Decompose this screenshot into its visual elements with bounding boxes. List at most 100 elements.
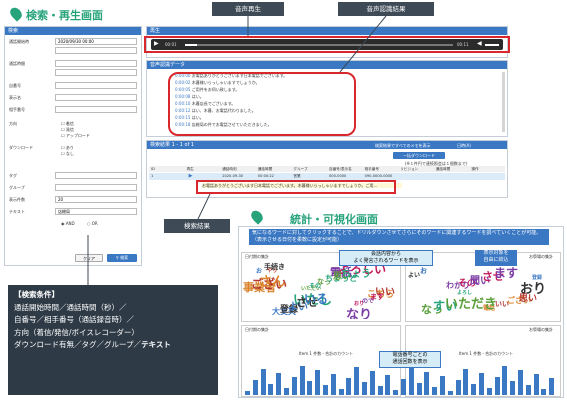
column-header[interactable]: 再生 bbox=[187, 167, 194, 172]
column-header[interactable]: 操作 bbox=[471, 167, 478, 172]
chart-bar bbox=[245, 391, 250, 395]
chart-bar bbox=[502, 366, 508, 395]
table-cell: 営業 bbox=[293, 174, 301, 178]
field-input[interactable] bbox=[55, 69, 137, 76]
results-header: 検索結果 1 - 1 of 1 bbox=[147, 141, 507, 149]
word-cloud-word[interactable]: ちょう bbox=[341, 265, 371, 280]
word-cloud-word[interactable]: 思い bbox=[519, 291, 537, 304]
field-input[interactable]: 2020/09/30 00:00 bbox=[55, 38, 137, 45]
word-cloud-word[interactable]: 登録 bbox=[532, 274, 542, 281]
field-input[interactable] bbox=[55, 60, 137, 67]
column-header[interactable]: 通話時刻 bbox=[222, 167, 236, 172]
word-cloud-word[interactable]: お bbox=[420, 266, 427, 276]
search-conditions-title: 【検索条件】 bbox=[14, 290, 59, 299]
callout-filter: 表示対象を 自由に絞込 bbox=[475, 250, 517, 266]
column-header[interactable]: 通話時間 bbox=[258, 167, 272, 172]
search-conditions-line-2: 自番号／相手番号（通話録音時）／ bbox=[14, 315, 134, 324]
field-input[interactable]: 20 bbox=[55, 196, 137, 203]
chart-bar bbox=[401, 379, 406, 395]
chart-bar bbox=[369, 371, 375, 395]
chart-bar bbox=[463, 369, 469, 395]
search-button[interactable]: ⚲ 検索 bbox=[107, 254, 137, 262]
location-pin-icon bbox=[248, 208, 266, 225]
chart-bar bbox=[471, 384, 477, 395]
field-input[interactable] bbox=[55, 106, 137, 113]
transcript-scrollbar[interactable] bbox=[502, 72, 505, 132]
search-screen-title: 検索・再生画面 bbox=[26, 9, 103, 22]
field-label: テキスト bbox=[9, 209, 25, 214]
search-conditions-line-3: 方向（着信/発信/ボイスレコーダー） bbox=[14, 327, 139, 337]
field-label: 自番号 bbox=[9, 83, 21, 88]
column-header[interactable]: リビジョン bbox=[400, 167, 418, 172]
viz-chart-label-left: Item 1 件数 - 合計のカウント bbox=[299, 351, 354, 356]
search-fields: 通話開始時 2020/09/30 00:00 通話時間 自番号 表示名 相手番号 方向 ダウン… bbox=[5, 35, 141, 251]
field-input[interactable] bbox=[55, 172, 137, 179]
chart-bar bbox=[307, 381, 313, 395]
field-input[interactable]: 店総局 bbox=[55, 208, 137, 215]
location-pin-icon bbox=[7, 5, 25, 22]
column-header[interactable]: グループ bbox=[293, 167, 307, 172]
chart-bar bbox=[385, 375, 391, 395]
chart-bar bbox=[268, 384, 274, 395]
play-icon[interactable]: ▶ bbox=[189, 173, 193, 179]
chart-bar bbox=[447, 391, 453, 395]
andor-radio[interactable]: ◉ AND bbox=[61, 221, 75, 226]
word-cloud-word[interactable]: ます bbox=[370, 292, 384, 302]
field-label: 通話時間 bbox=[9, 61, 25, 66]
chart-bar bbox=[494, 377, 500, 395]
chart-bar bbox=[479, 373, 484, 395]
field-input[interactable] bbox=[55, 47, 137, 54]
chart-bar bbox=[299, 366, 305, 395]
bulk-download-label: 一括ダウンロード bbox=[403, 153, 435, 158]
results-option-memo[interactable]: 検索結果ですべてのメモを表示 bbox=[375, 143, 431, 148]
field-input[interactable] bbox=[55, 82, 137, 89]
chart-bar bbox=[252, 380, 258, 395]
field-label: タグ bbox=[9, 173, 17, 178]
table-cell: 000-0000 bbox=[329, 174, 347, 178]
table-row[interactable]: 1 2020-09-30 00:00:22 営業 000-0000 090-0000-00… bbox=[149, 173, 505, 180]
field-label: 相手番号 bbox=[9, 107, 25, 112]
direction-checkbox[interactable]: ☐ アップロード bbox=[61, 133, 90, 139]
chart-bar bbox=[408, 368, 414, 395]
column-header[interactable]: 通話時間 bbox=[436, 167, 450, 172]
chart-bar bbox=[486, 388, 492, 395]
word-cloud-word[interactable]: いる bbox=[304, 290, 328, 307]
results-columns: ID 再生 通話時刻 通話時間 グループ 自番号/表示名 相手番号 リビジョン 通話時間 操作 bbox=[149, 166, 505, 172]
column-header[interactable]: 自番号/表示名 bbox=[329, 167, 352, 172]
table-cell: 00:00:22 bbox=[257, 174, 274, 178]
chart-bar bbox=[549, 378, 555, 395]
word-cloud-word[interactable]: やっ bbox=[267, 267, 277, 274]
search-panel-header: 検索 bbox=[5, 27, 141, 35]
bulk-download-button[interactable]: 一括ダウンロード bbox=[393, 152, 445, 159]
callout-call-count-text: 電話番号ごとの 通話回数を表示 bbox=[392, 352, 428, 365]
chart-bar bbox=[338, 389, 344, 395]
download-checkbox[interactable]: ☐ なし bbox=[61, 151, 74, 157]
field-input[interactable] bbox=[55, 184, 137, 191]
chart-bar bbox=[510, 381, 516, 395]
chart-bar bbox=[541, 389, 547, 395]
word-cloud-word[interactable]: よい bbox=[408, 270, 420, 279]
andor-radio[interactable]: ○ OR bbox=[87, 221, 98, 226]
viz-screen: 気になるワードに対してクリックすることで、ドリルダウンさせてさらにそのワードに関… bbox=[238, 226, 564, 398]
field-label: 表示名 bbox=[9, 95, 21, 100]
callout-word-cloud: 会話内容から よく発言されるワードを表示 bbox=[339, 250, 433, 266]
callout-audio: 音声再生 bbox=[212, 2, 284, 16]
word-cloud-word[interactable]: よろし bbox=[457, 289, 472, 296]
chart-bar bbox=[393, 390, 399, 395]
chart-bar bbox=[377, 386, 383, 395]
column-header[interactable]: 相手番号 bbox=[365, 167, 379, 172]
word-cloud-left: おいたし 電話 こちら 手続き いただい よろしい いい 大丈夫 その なり 事業者 登録 なっ おり ござ… bbox=[243, 259, 399, 319]
clear-button-label: クリア bbox=[83, 256, 95, 261]
field-input[interactable] bbox=[55, 94, 137, 101]
word-cloud-word[interactable]: ます bbox=[494, 264, 518, 281]
search-button-label: 検索 bbox=[120, 255, 129, 260]
table-cell: 1 bbox=[151, 174, 154, 178]
viz-bottom-left-title: 日付期の集計 bbox=[245, 327, 269, 332]
column-header[interactable]: ID bbox=[151, 167, 155, 171]
viz-screen-title: 統計・可視化画面 bbox=[290, 213, 378, 226]
field-label: 通話開始時 bbox=[9, 39, 29, 44]
clear-button[interactable]: クリア bbox=[75, 254, 103, 262]
results-option-sort[interactable]: 日時(A) bbox=[457, 143, 471, 148]
chart-bar bbox=[525, 385, 531, 395]
viz-chart-label-right: Item 1 件数 - 合計のカウント bbox=[459, 351, 514, 356]
